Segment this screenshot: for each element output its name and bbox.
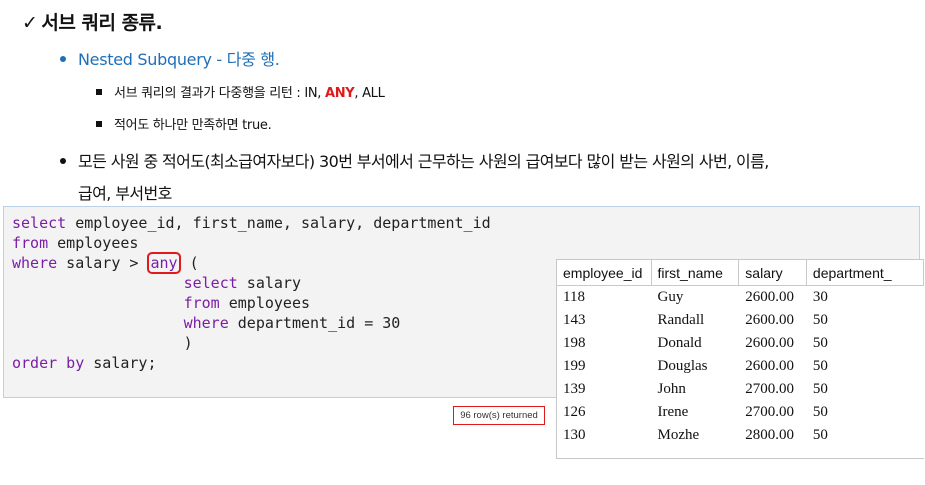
cell-salary: 2600.00 <box>745 335 795 351</box>
sql-keyword: select <box>183 274 238 292</box>
column-header[interactable]: first_name <box>651 260 740 286</box>
result-table: employee_id first_name salary department… <box>557 260 924 447</box>
table-row[interactable]: 199 Douglas 2600.00 50 <box>557 355 924 378</box>
cell-employee-id: 198 <box>563 335 586 351</box>
any-highlight: any <box>147 252 181 274</box>
cell-employee-id: 143 <box>563 312 586 328</box>
sql-text: salary <box>237 274 301 292</box>
cell-first-name: Mozhe <box>657 427 700 443</box>
cell-salary: 2800.00 <box>745 427 795 443</box>
heading-text: 서브 쿼리 종류. <box>41 12 163 34</box>
sql-text: salary > <box>57 254 148 272</box>
any-keyword: ANY <box>324 86 355 101</box>
column-header[interactable]: employee_id <box>557 260 652 286</box>
checkmark-icon: ✓ <box>22 12 38 34</box>
cell-first-name: John <box>657 381 686 397</box>
cell-department-id: 50 <box>812 404 828 420</box>
sql-text: ) <box>183 334 193 352</box>
table-row[interactable]: 126 Irene 2700.00 50 <box>557 401 924 424</box>
table-row[interactable]: 139 John 2700.00 50 <box>557 378 924 401</box>
cell-salary: 2700.00 <box>745 404 795 420</box>
cell-first-name: Donald <box>657 335 702 351</box>
bullet-nested-subquery: Nested Subquery - 다중 행. <box>60 46 280 70</box>
sql-keyword: where <box>183 314 229 332</box>
square-bullet-icon <box>96 120 102 127</box>
result-header-row: employee_id first_name salary department… <box>557 260 924 286</box>
sub-bullet-multirow: 서브 쿼리의 결과가 다중행을 리턴 : IN, ANY, ALL <box>96 82 385 101</box>
sql-keyword: select <box>12 214 67 232</box>
sql-text: employee_id, first_name, salary, departm… <box>66 214 491 232</box>
section-heading: ✓ 서브 쿼리 종류. <box>22 8 163 35</box>
cell-department-id: 30 <box>812 289 828 305</box>
table-row[interactable]: 130 Mozhe 2800.00 50 <box>557 424 924 447</box>
cell-department-id: 50 <box>812 358 828 374</box>
cell-salary: 2600.00 <box>745 312 795 328</box>
column-header[interactable]: department_ <box>806 260 924 286</box>
cell-employee-id: 139 <box>563 381 586 397</box>
sub-bullet-text-end: , ALL <box>354 86 385 101</box>
sql-text: salary; <box>84 354 157 372</box>
rows-returned-badge: 96 row(s) returned <box>453 406 545 425</box>
cell-first-name: Douglas <box>657 358 708 374</box>
bullet-dot-icon <box>60 157 66 164</box>
cell-employee-id: 130 <box>563 427 586 443</box>
sql-keyword: from <box>12 234 49 252</box>
sql-code: select employee_id, first_name, salary, … <box>12 213 491 373</box>
question-line-1: 모든 사원 중 적어도(최소급여자보다) 30번 부서에서 근무하는 사원의 급… <box>78 152 769 171</box>
sub-bullet-text: 서브 쿼리의 결과가 다중행을 리턴 : IN, <box>114 86 325 101</box>
cell-first-name: Irene <box>657 404 689 420</box>
cell-department-id: 50 <box>812 381 828 397</box>
cell-employee-id: 126 <box>563 404 586 420</box>
cell-salary: 2600.00 <box>745 358 795 374</box>
bullet-dot-icon <box>60 55 66 62</box>
bullet-question: 모든 사원 중 적어도(최소급여자보다) 30번 부서에서 근무하는 사원의 급… <box>60 146 920 210</box>
square-bullet-icon <box>96 88 102 95</box>
bullet-text: Nested Subquery - 다중 행. <box>78 50 280 69</box>
sql-text: employees <box>219 294 311 312</box>
result-grid[interactable]: employee_id first_name salary department… <box>556 259 924 459</box>
sql-keyword: from <box>183 294 220 312</box>
sql-text: employees <box>48 234 139 252</box>
sql-text: department_id = 30 <box>228 314 401 332</box>
sql-keyword: order by <box>12 354 85 372</box>
sql-text: ( <box>180 254 199 272</box>
cell-salary: 2600.00 <box>745 289 795 305</box>
cell-department-id: 50 <box>812 335 828 351</box>
cell-first-name: Guy <box>657 289 684 305</box>
sub-bullet-true: 적어도 하나만 만족하면 true. <box>96 114 272 133</box>
cell-employee-id: 199 <box>563 358 586 374</box>
table-row[interactable]: 198 Donald 2600.00 50 <box>557 332 924 355</box>
column-header[interactable]: salary <box>738 260 807 286</box>
cell-salary: 2700.00 <box>745 381 795 397</box>
cell-department-id: 50 <box>812 427 828 443</box>
cell-employee-id: 118 <box>563 289 585 305</box>
sub-bullet-text: 적어도 하나만 만족하면 true. <box>114 118 272 133</box>
sql-keyword: where <box>12 254 58 272</box>
table-row[interactable]: 143 Randall 2600.00 50 <box>557 309 924 332</box>
cell-first-name: Randall <box>657 312 705 328</box>
table-row[interactable]: 118 Guy 2600.00 30 <box>557 286 924 310</box>
cell-department-id: 50 <box>812 312 828 328</box>
